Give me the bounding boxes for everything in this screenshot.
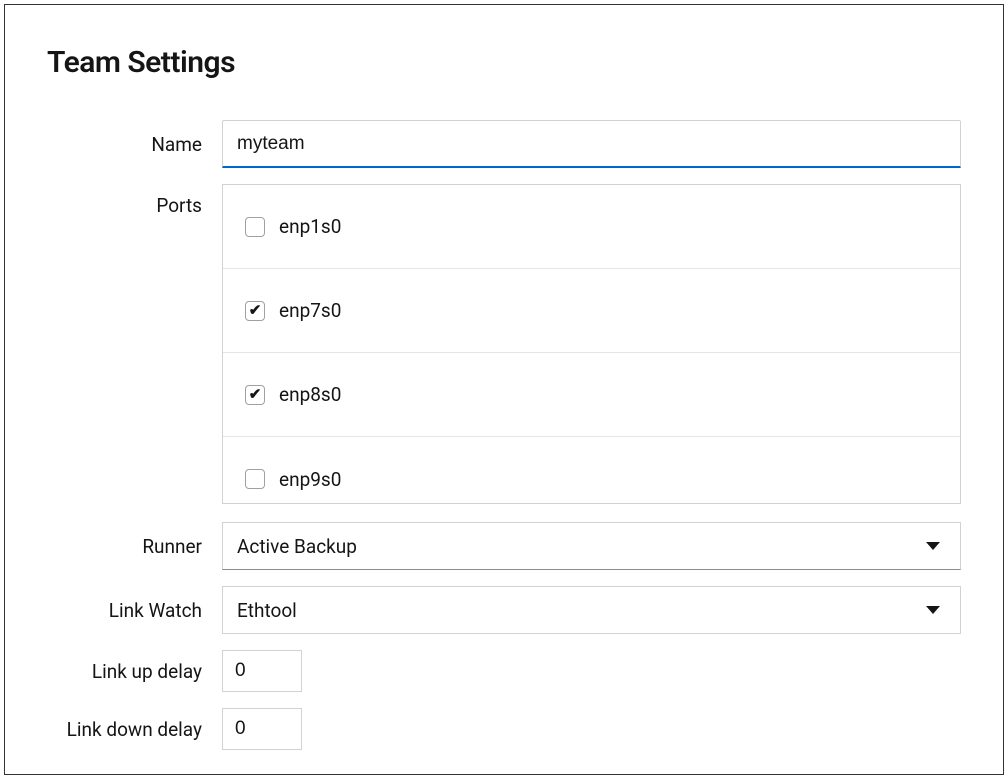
ports-scroll[interactable]: enp1s0 enp7s0 enp8s0 enp9s0 <box>223 185 960 503</box>
runner-select[interactable]: Active Backup <box>222 522 961 570</box>
link-up-delay-label: Link up delay <box>47 660 222 683</box>
port-checkbox[interactable] <box>245 469 265 489</box>
link-down-delay-row: Link down delay <box>47 708 961 750</box>
port-label: enp9s0 <box>279 468 341 491</box>
runner-label: Runner <box>47 535 222 558</box>
link-watch-select[interactable]: Ethtool <box>222 586 961 634</box>
link-watch-label: Link Watch <box>47 599 222 622</box>
port-label: enp8s0 <box>279 383 341 406</box>
link-watch-row: Link Watch Ethtool <box>47 586 961 634</box>
port-checkbox[interactable] <box>245 217 265 237</box>
page-title: Team Settings <box>47 45 961 80</box>
team-settings-panel: Team Settings Name Ports enp1s0enp7s0enp… <box>4 4 1004 775</box>
link-up-delay-row: Link up delay <box>47 650 961 692</box>
caret-down-icon <box>926 606 940 614</box>
ports-row: Ports enp1s0 enp7s0 enp8s0 enp9s0 <box>47 184 961 504</box>
ports-listbox: enp1s0 enp7s0 enp8s0 enp9s0 <box>222 184 961 504</box>
ports-label: Ports <box>47 184 222 217</box>
runner-value: Active Backup <box>237 535 926 558</box>
link-watch-value: Ethtool <box>237 599 926 622</box>
port-row[interactable]: enp9s0 <box>223 437 960 503</box>
port-label: enp7s0 <box>279 299 341 322</box>
link-down-delay-label: Link down delay <box>47 718 222 741</box>
port-checkbox[interactable] <box>245 301 265 321</box>
port-row[interactable]: enp7s0 <box>223 269 960 353</box>
name-row: Name <box>47 120 961 168</box>
runner-row: Runner Active Backup <box>47 522 961 570</box>
port-row[interactable]: enp8s0 <box>223 353 960 437</box>
caret-down-icon <box>926 542 940 550</box>
link-up-delay-input[interactable] <box>222 650 302 692</box>
link-down-delay-input[interactable] <box>222 708 302 750</box>
port-label: enp1s0 <box>279 215 341 238</box>
port-checkbox[interactable] <box>245 385 265 405</box>
port-row[interactable]: enp1s0 <box>223 185 960 269</box>
name-label: Name <box>47 133 222 156</box>
name-input[interactable] <box>222 120 961 168</box>
